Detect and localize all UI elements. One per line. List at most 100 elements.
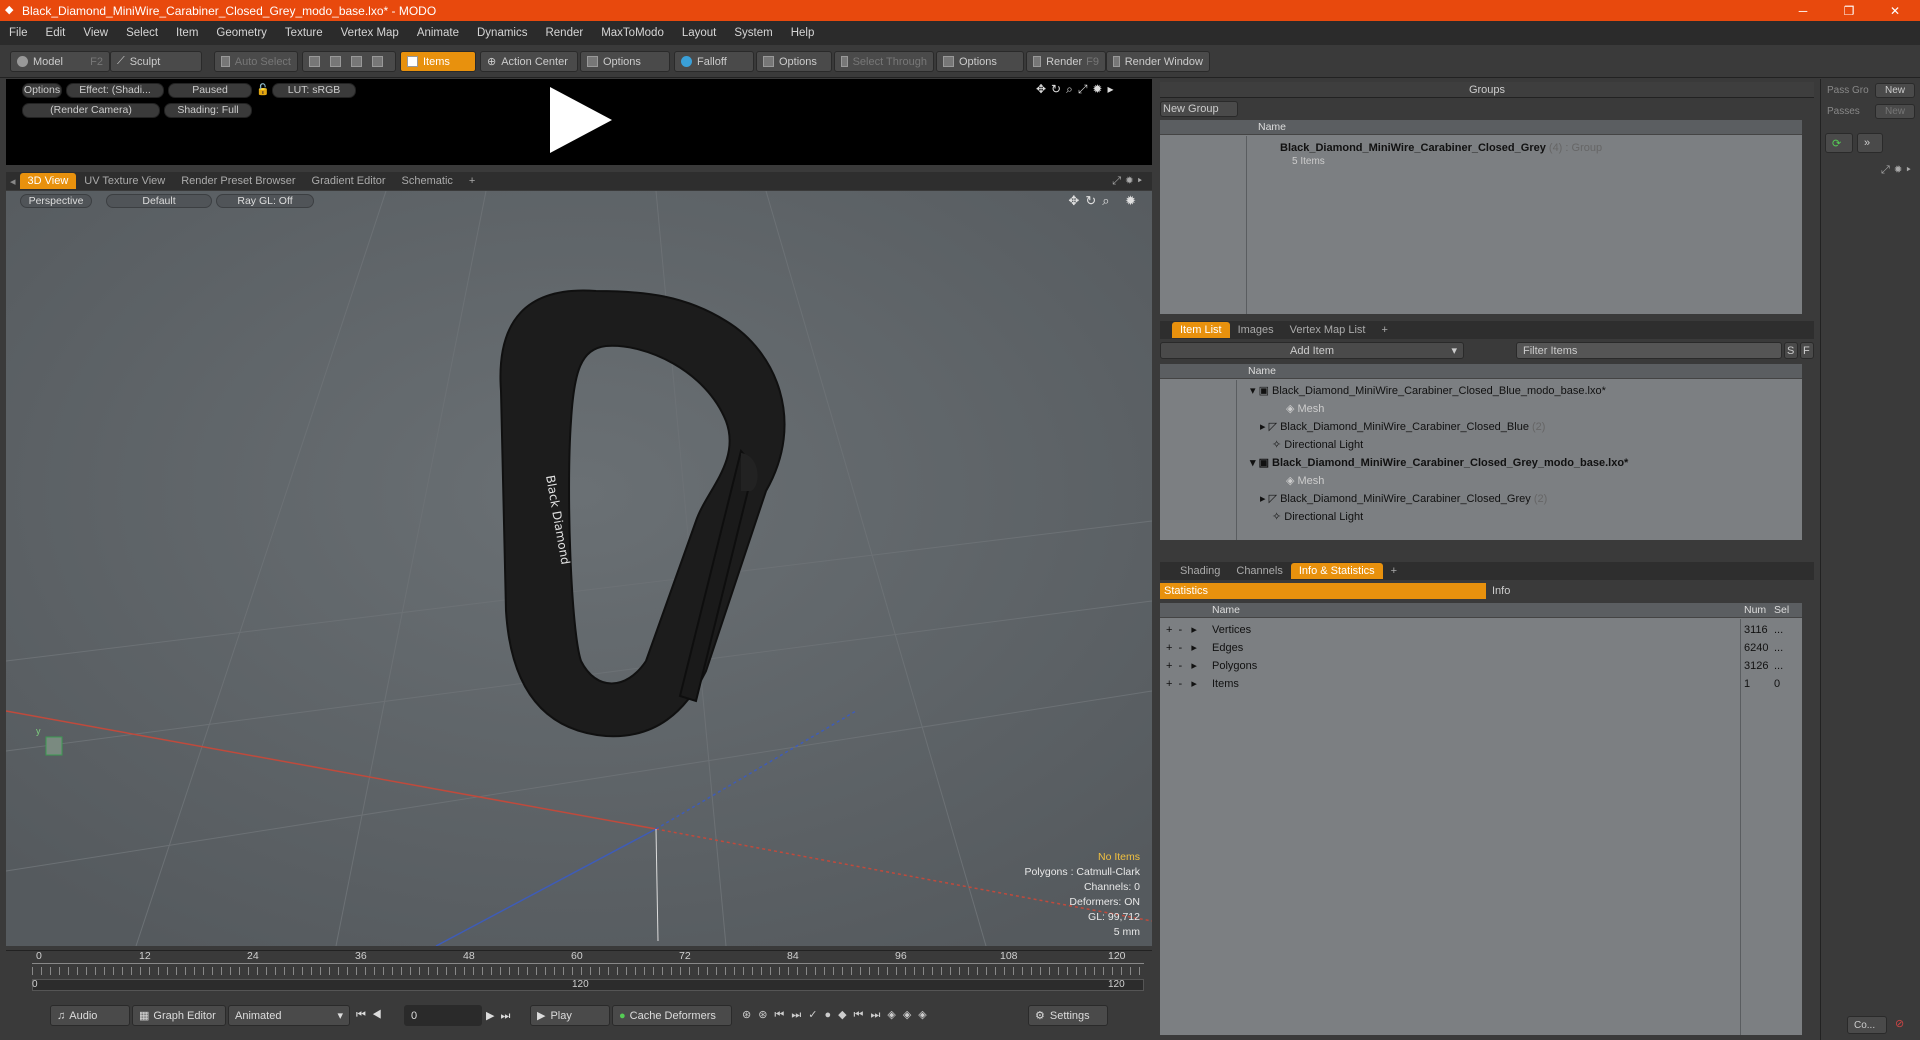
new-group-button[interactable]: New Group	[1160, 101, 1238, 117]
refresh-icon[interactable]: ⟳	[1825, 133, 1853, 153]
menu-maxtomodo[interactable]: MaxToModo	[592, 27, 673, 39]
stats-row[interactable]: + - ▸ Edges 6240...	[1166, 639, 1802, 657]
graph-editor-button[interactable]: ▦ Graph Editor	[132, 1005, 226, 1026]
item-list[interactable]: Name ▾ ▣ Black_Diamond_MiniWire_Carabine…	[1160, 364, 1802, 540]
ray-gl-dropdown[interactable]: Ray GL: Off	[216, 194, 314, 208]
list-item[interactable]: ▸ ◸ Black_Diamond_MiniWire_Carabiner_Clo…	[1260, 490, 1547, 508]
stats-row[interactable]: + - ▸ Vertices 3116...	[1166, 621, 1802, 639]
info-tab[interactable]: Info	[1486, 583, 1814, 599]
polygons-mode-icon[interactable]	[351, 56, 362, 67]
transport-back-icons[interactable]: ⏮◀	[356, 1009, 388, 1022]
menu-help[interactable]: Help	[782, 27, 824, 39]
tab-info-statistics[interactable]: Info & Statistics	[1290, 563, 1383, 579]
materials-mode-icon[interactable]	[372, 56, 383, 67]
new-pass-group-button[interactable]: New	[1875, 83, 1915, 98]
falloff-options-button[interactable]: Options	[756, 51, 832, 72]
stats-row[interactable]: + - ▸ Polygons 3126...	[1166, 657, 1802, 675]
filter-s-button[interactable]: S	[1784, 342, 1798, 359]
minimize-button[interactable]: ─	[1780, 0, 1826, 21]
action-center-button[interactable]: ⊕ Action Center	[480, 51, 578, 72]
menu-render[interactable]: Render	[536, 27, 592, 39]
select-through-options-button[interactable]: Options	[936, 51, 1024, 72]
menu-item[interactable]: Item	[167, 27, 207, 39]
list-item[interactable]: ▾ ▣ Black_Diamond_MiniWire_Carabiner_Clo…	[1250, 454, 1628, 472]
filter-f-button[interactable]: F	[1800, 342, 1814, 359]
menu-layout[interactable]: Layout	[673, 27, 726, 39]
render-button[interactable]: Render F9	[1026, 51, 1106, 72]
render-window-button[interactable]: Render Window	[1106, 51, 1210, 72]
list-item[interactable]: ✧ Directional Light	[1272, 508, 1363, 526]
preview-nav-icons[interactable]: ✥↻⌕⤢✹▸	[1036, 82, 1119, 97]
preview-options-button[interactable]: Options	[22, 83, 62, 98]
model-mode-button[interactable]: Model F2	[10, 51, 110, 72]
menu-vertex-map[interactable]: Vertex Map	[332, 27, 408, 39]
tab-3d-view[interactable]: 3D View	[19, 173, 77, 189]
list-item[interactable]: ◈ Mesh	[1286, 400, 1324, 418]
tab-images[interactable]: Images	[1230, 322, 1282, 338]
menu-geometry[interactable]: Geometry	[207, 27, 276, 39]
3d-viewport[interactable]: Black Diamond y Perspective Default Ray …	[6, 191, 1152, 946]
timeline[interactable]: 0 12 24 36 48 60 72 84 96 108 120 0 120 …	[6, 950, 1152, 992]
list-item[interactable]: ▸ ◸ Black_Diamond_MiniWire_Carabiner_Clo…	[1260, 418, 1545, 436]
close-button[interactable]: ✕	[1872, 0, 1918, 21]
vertices-mode-icon[interactable]	[309, 56, 320, 67]
falloff-button[interactable]: Falloff	[674, 51, 754, 72]
tab-vertex-map-list[interactable]: Vertex Map List	[1282, 322, 1374, 338]
statistics-tab[interactable]: Statistics	[1160, 583, 1486, 599]
items-mode-button[interactable]: Items	[400, 51, 476, 72]
expand-right-icon[interactable]: »	[1857, 133, 1883, 153]
tab-item-list[interactable]: Item List	[1172, 322, 1230, 338]
stats-row[interactable]: + - ▸ Items 1 0	[1166, 675, 1802, 693]
shading-dropdown[interactable]: Shading: Full	[164, 103, 252, 118]
lock-icon[interactable]: 🔓	[256, 83, 270, 96]
cache-deformers-button[interactable]: ● Cache Deformers	[612, 1005, 732, 1026]
tab-render-preset-browser[interactable]: Render Preset Browser	[173, 173, 303, 189]
play-button[interactable]: ▶ Play	[530, 1005, 610, 1026]
perspective-dropdown[interactable]: Perspective	[20, 194, 92, 208]
menu-select[interactable]: Select	[117, 27, 167, 39]
render-camera-dropdown[interactable]: (Render Camera)	[22, 103, 160, 118]
groups-list[interactable]: Name Black_Diamond_MiniWire_Carabiner_Cl…	[1160, 120, 1802, 314]
list-item[interactable]: ▾ ▣ Black_Diamond_MiniWire_Carabiner_Clo…	[1250, 382, 1606, 400]
tab-shading[interactable]: Shading	[1172, 563, 1228, 579]
group-item[interactable]: Black_Diamond_MiniWire_Carabiner_Closed_…	[1280, 139, 1602, 157]
tab-channels[interactable]: Channels	[1228, 563, 1290, 579]
list-item[interactable]: ✧ Directional Light	[1272, 436, 1363, 454]
frame-input[interactable]: 0	[404, 1005, 482, 1026]
stop-icon[interactable]: ⊘	[1895, 1017, 1904, 1030]
preview-paused-button[interactable]: Paused	[168, 83, 252, 98]
range-end[interactable]: 120	[1108, 979, 1125, 990]
add-tab-button[interactable]: +	[461, 173, 483, 189]
menu-file[interactable]: File	[0, 27, 37, 39]
range-start[interactable]: 0	[32, 979, 38, 990]
play-preview-icon[interactable]	[546, 85, 616, 155]
menu-animate[interactable]: Animate	[408, 27, 468, 39]
new-pass-button[interactable]: New	[1875, 104, 1915, 119]
animated-dropdown[interactable]: Animated ▾	[228, 1005, 350, 1026]
audio-button[interactable]: ♫ Audio	[50, 1005, 130, 1026]
add-tab-button[interactable]: +	[1383, 563, 1405, 579]
filter-items-input[interactable]: Filter Items	[1516, 342, 1782, 359]
passes-panel-icons[interactable]: ⤢✹▸	[1881, 164, 1915, 177]
menu-edit[interactable]: Edit	[37, 27, 75, 39]
viewport-nav-icons[interactable]: ✥↻⌕ ✹	[1068, 193, 1142, 209]
menu-dynamics[interactable]: Dynamics	[468, 27, 536, 39]
menu-texture[interactable]: Texture	[276, 27, 332, 39]
edges-mode-icon[interactable]	[330, 56, 341, 67]
list-item[interactable]: ◈ Mesh	[1286, 472, 1324, 490]
select-through-button[interactable]: Select Through	[834, 51, 934, 72]
collapse-button[interactable]: Co...	[1847, 1016, 1887, 1034]
add-item-dropdown[interactable]: Add Item ▾	[1160, 342, 1464, 359]
menu-system[interactable]: System	[725, 27, 781, 39]
tab-uv-texture-view[interactable]: UV Texture View	[76, 173, 173, 189]
action-center-options-button[interactable]: Options	[580, 51, 670, 72]
maximize-button[interactable]: ❐	[1826, 0, 1872, 21]
default-shading-dropdown[interactable]: Default	[106, 194, 212, 208]
menu-view[interactable]: View	[74, 27, 117, 39]
viewport-panel-icons[interactable]: ⤢✹▸	[1112, 175, 1146, 188]
auto-select-button[interactable]: Auto Select	[214, 51, 298, 72]
add-tab-button[interactable]: +	[1373, 322, 1395, 338]
key-tool-icons[interactable]: ⊛⊛⏮⏭✓●◆⏮⏭◈◈◈	[742, 1008, 934, 1022]
lut-dropdown[interactable]: LUT: sRGB	[272, 83, 356, 98]
tab-gradient-editor[interactable]: Gradient Editor	[304, 173, 394, 189]
